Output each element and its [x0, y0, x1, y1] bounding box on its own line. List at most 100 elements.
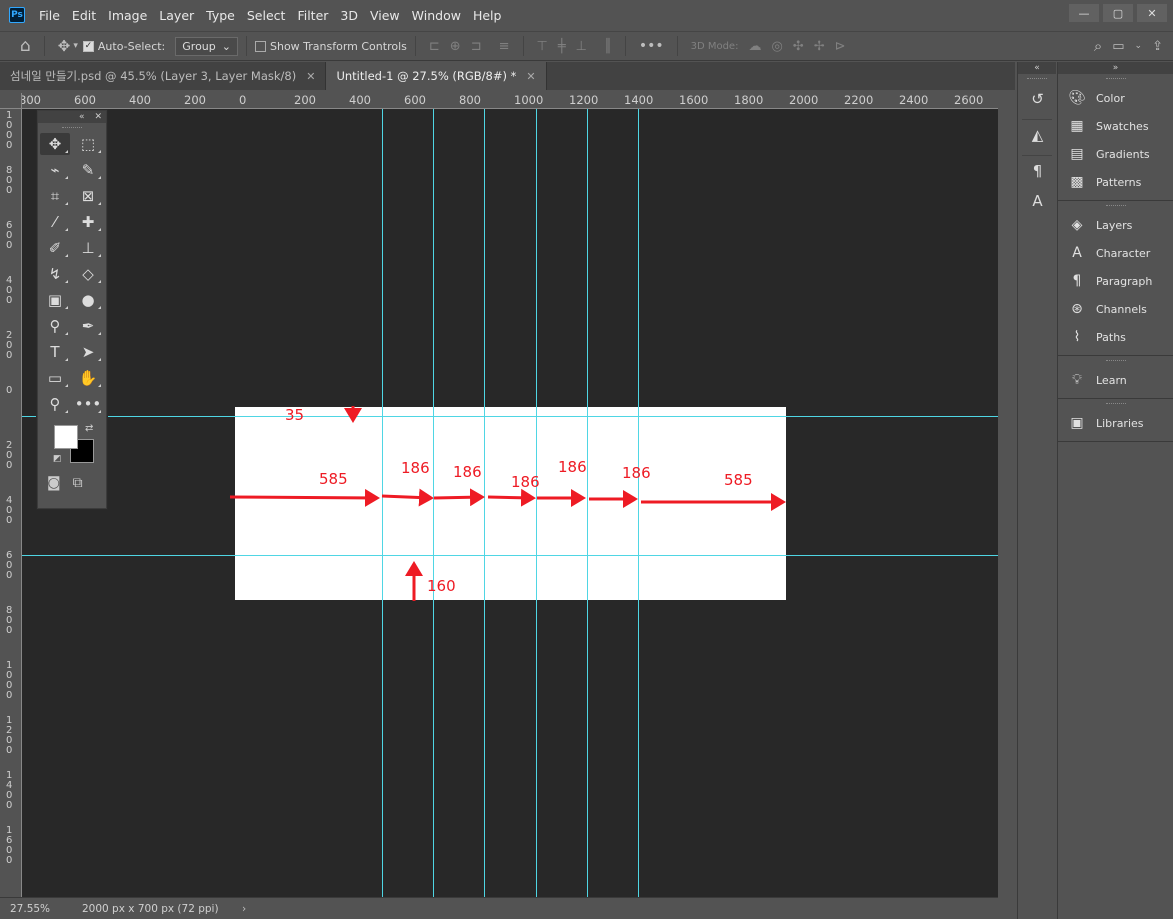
zoom-level[interactable]: 27.55% [0, 903, 52, 915]
show-transform-checkbox[interactable] [254, 40, 266, 52]
auto-select-checkbox[interactable]: ✓ [82, 40, 94, 52]
3d-orbit-icon[interactable]: ☁ [748, 39, 761, 54]
gradient-tool-icon[interactable]: ▣ [40, 289, 70, 311]
distribute-vertical-icon[interactable]: ║ [604, 39, 612, 54]
panel-patterns[interactable]: ▩ Patterns [1058, 168, 1173, 196]
panel-layers[interactable]: ◈ Layers [1058, 211, 1173, 239]
panel-grip[interactable] [1018, 74, 1056, 84]
tab-untitled-1[interactable]: Untitled-1 @ 27.5% (RGB/8#) * ✕ [326, 62, 547, 90]
align-center-icon[interactable]: ⊕ [450, 39, 461, 54]
hand-tool-icon[interactable]: ✋ [73, 367, 103, 389]
menu-view[interactable]: View [364, 8, 406, 23]
minimize-button[interactable]: — [1069, 4, 1099, 22]
align-left-icon[interactable]: ⊏ [429, 39, 440, 54]
align-top-icon[interactable]: ⊤ [537, 39, 548, 54]
workspace-icon[interactable]: ▭ [1112, 39, 1124, 54]
group-dropdown[interactable]: Group ⌄ [175, 36, 238, 56]
align-right-icon[interactable]: ⊐ [471, 39, 482, 54]
history-icon[interactable]: ↺ [1018, 84, 1057, 114]
glyphs-icon[interactable]: A [1018, 186, 1057, 216]
chevron-right-icon[interactable]: › [242, 903, 246, 915]
quick-select-tool-icon[interactable]: ✎ [73, 159, 103, 181]
collapse-icon[interactable]: » [1058, 62, 1173, 74]
tools-panel-header[interactable]: « ✕ [38, 111, 106, 123]
3d-roll-icon[interactable]: ◎ [771, 39, 782, 54]
tab-thumbnail-psd[interactable]: 섬네일 만들기.psd @ 45.5% (Layer 3, Layer Mask… [0, 62, 327, 90]
foreground-color-swatch[interactable] [54, 425, 78, 449]
close-icon[interactable]: ✕ [306, 70, 315, 83]
ruler-origin[interactable] [0, 93, 22, 109]
distribute-icon[interactable]: ≡ [499, 39, 510, 54]
ruler-horizontal[interactable]: 8006004002000200400600800100012001400160… [22, 93, 998, 109]
restore-button[interactable]: ▢ [1103, 4, 1133, 22]
ruler-vertical[interactable]: 1 0 0 0 8 0 0 6 0 0 4 0 0 2 0 0 0 2 0 0 4 0 0 6 … [0, 109, 22, 897]
menu-type[interactable]: Type [200, 8, 241, 23]
3d-camera-icon[interactable]: ⊳ [835, 39, 846, 54]
chevron-down-icon[interactable]: ⌄ [1135, 41, 1143, 51]
actions-icon[interactable]: ◭ [1018, 120, 1057, 150]
search-icon[interactable]: ⌕ [1094, 37, 1102, 55]
menu-layer[interactable]: Layer [153, 8, 200, 23]
share-icon[interactable]: ⇪ [1152, 39, 1163, 54]
3d-pan-icon[interactable]: ✣ [793, 39, 804, 54]
frame-tool-icon[interactable]: ⊠ [73, 185, 103, 207]
type-tool-icon[interactable]: T [40, 341, 70, 363]
swap-colors-icon[interactable]: ⇄ [85, 423, 93, 434]
collapse-icon[interactable]: « [79, 112, 85, 122]
menu-select[interactable]: Select [241, 8, 292, 23]
menu-image[interactable]: Image [102, 8, 153, 23]
stamp-tool-icon[interactable]: ⊥ [73, 237, 103, 259]
zoom-tool-icon[interactable]: ⚲ [40, 393, 70, 415]
close-icon[interactable]: ✕ [94, 112, 102, 122]
rectangle-tool-icon[interactable]: ▭ [40, 367, 70, 389]
screen-mode-icon[interactable]: ⧉ [73, 475, 83, 491]
expand-icon[interactable]: « [1018, 62, 1056, 74]
panel-libraries[interactable]: ▣ Libraries [1058, 409, 1173, 437]
dodge-tool-icon[interactable]: ⚲ [40, 315, 70, 337]
menu-help[interactable]: Help [467, 8, 508, 23]
menu-window[interactable]: Window [406, 8, 467, 23]
document-size[interactable]: 2000 px x 700 px (72 ppi) [52, 903, 242, 915]
3d-slide-icon[interactable]: ✢ [814, 39, 825, 54]
label-right-margin: 585 [724, 471, 753, 489]
panel-channels[interactable]: ⊛ Channels [1058, 295, 1173, 323]
panel-paths[interactable]: ⌇ Paths [1058, 323, 1173, 351]
default-colors-icon[interactable]: ◩ [53, 454, 62, 464]
panel-grip[interactable] [38, 123, 106, 133]
more-tools-icon[interactable]: ••• [73, 393, 103, 415]
eyedropper-tool-icon[interactable]: ⁄ [40, 211, 70, 233]
canvas-workspace[interactable]: 35 585 186 186 186 186 186 585 160 [22, 109, 998, 897]
menu-file[interactable]: File [33, 8, 66, 23]
more-options-icon[interactable]: ••• [639, 38, 664, 54]
marquee-tool-icon[interactable]: ⬚ [73, 133, 103, 155]
menu-filter[interactable]: Filter [291, 8, 334, 23]
history-brush-tool-icon[interactable]: ↯ [40, 263, 70, 285]
align-bottom-icon[interactable]: ⊥ [576, 39, 587, 54]
panel-color[interactable]: 🎨︎ Color [1058, 84, 1173, 112]
panel-learn[interactable]: 💡︎ Learn [1058, 366, 1173, 394]
crop-tool-icon[interactable]: ⌗ [40, 185, 70, 207]
healing-brush-tool-icon[interactable]: ✚ [73, 211, 103, 233]
panel-swatches[interactable]: ▦ Swatches [1058, 112, 1173, 140]
lasso-tool-icon[interactable]: ⌁ [40, 159, 70, 181]
move-tool-icon[interactable]: ✥ [40, 133, 70, 155]
panel-paragraph[interactable]: ¶ Paragraph [1058, 267, 1173, 295]
properties-icon[interactable]: ¶ [1018, 156, 1057, 186]
brush-tool-icon[interactable]: ✐ [40, 237, 70, 259]
close-icon[interactable]: ✕ [526, 70, 535, 83]
path-select-tool-icon[interactable]: ➤ [73, 341, 103, 363]
panel-gradients[interactable]: ▤ Gradients [1058, 140, 1173, 168]
blur-tool-icon[interactable]: ● [73, 289, 103, 311]
chevron-down-icon[interactable]: ▾ [73, 41, 78, 51]
menu-edit[interactable]: Edit [66, 8, 102, 23]
move-tool-icon[interactable]: ✥ [58, 37, 71, 55]
panel-character[interactable]: A Character [1058, 239, 1173, 267]
align-middle-icon[interactable]: ╪ [558, 39, 566, 54]
menu-3d[interactable]: 3D [334, 8, 364, 23]
status-bar: 27.55% 2000 px x 700 px (72 ppi) › [0, 897, 998, 919]
eraser-tool-icon[interactable]: ◇ [73, 263, 103, 285]
home-icon[interactable]: ⌂ [20, 36, 31, 56]
pen-tool-icon[interactable]: ✒ [73, 315, 103, 337]
quick-mask-icon[interactable]: ◙ [47, 475, 61, 491]
close-button[interactable]: ✕ [1137, 4, 1167, 22]
